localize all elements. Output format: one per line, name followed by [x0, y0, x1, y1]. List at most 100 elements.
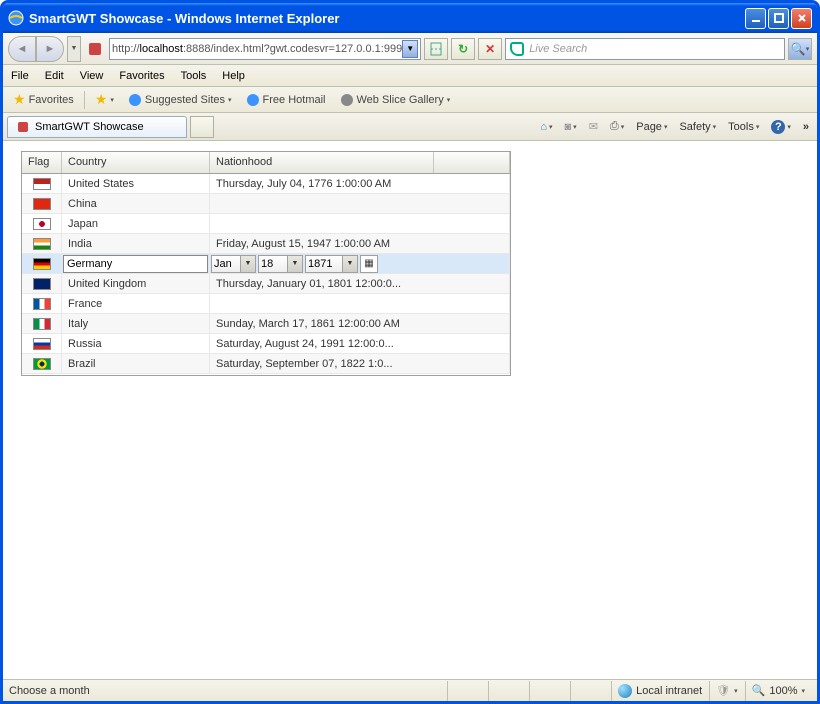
search-button[interactable]: 🔍▾ [788, 38, 812, 60]
page-icon [16, 120, 30, 134]
webslice-link[interactable]: Web Slice Gallery▾ [336, 91, 455, 109]
nav-history-dropdown[interactable]: ▼ [67, 36, 81, 62]
menu-favorites[interactable]: Favorites [119, 70, 164, 82]
compat-button[interactable] [424, 38, 448, 60]
flag-cell [22, 174, 62, 193]
table-row[interactable]: France [22, 294, 510, 314]
table-row[interactable]: China [22, 194, 510, 214]
tools-menu[interactable]: Tools▾ [724, 119, 763, 135]
print-button[interactable]: ⎙▾ [606, 118, 628, 135]
address-dropdown[interactable]: ▼ [402, 40, 418, 58]
stop-button[interactable]: ✕ [478, 38, 502, 60]
flag-cell [22, 274, 62, 293]
menu-view[interactable]: View [80, 70, 104, 82]
column-header-nationhood[interactable]: Nationhood [210, 152, 434, 173]
table-row[interactable]: United StatesThursday, July 04, 1776 1:0… [22, 174, 510, 194]
tab-smartgwt[interactable]: SmartGWT Showcase [7, 116, 187, 138]
menu-edit[interactable]: Edit [45, 70, 64, 82]
zoom-control[interactable]: 🔍100%▾ [745, 681, 811, 701]
tab-title: SmartGWT Showcase [35, 121, 144, 133]
page-menu[interactable]: Page▾ [632, 119, 671, 135]
search-placeholder: Live Search [529, 43, 587, 55]
status-pane [570, 681, 610, 701]
day-select[interactable]: ▼ [258, 255, 303, 273]
column-header-country[interactable]: Country [62, 152, 210, 173]
suggested-sites-link[interactable]: Suggested Sites▾ [124, 91, 236, 109]
country-input[interactable] [63, 255, 208, 273]
menu-file[interactable]: File [11, 70, 29, 82]
favorites-button[interactable]: ★Favorites [9, 89, 78, 110]
refresh-button[interactable]: ↻ [451, 38, 475, 60]
page-icon [87, 41, 103, 57]
column-header-spacer [434, 152, 510, 173]
back-button[interactable]: ◄ [8, 36, 36, 62]
page-break-icon [429, 42, 443, 56]
calendar-icon: ▦ [364, 258, 373, 269]
month-select[interactable]: ▼ [211, 255, 256, 273]
help-button[interactable]: ?▾ [767, 118, 795, 136]
flag-fr-icon [33, 298, 51, 310]
protected-mode[interactable]: 🛡▾ [709, 681, 743, 701]
table-row[interactable]: ItalySunday, March 17, 1861 12:00:00 AM [22, 314, 510, 334]
star-plus-icon: ★ [95, 91, 108, 108]
chevron-button[interactable]: » [799, 119, 813, 135]
maximize-button[interactable] [768, 8, 789, 29]
nationhood-cell: Saturday, August 24, 1991 12:00:0... [210, 334, 510, 353]
menu-bar: File Edit View Favorites Tools Help [3, 65, 817, 87]
country-cell: United States [62, 174, 210, 193]
help-icon: ? [771, 120, 785, 134]
zoom-icon: 🔍 [752, 684, 766, 697]
country-cell: Russia [62, 334, 210, 353]
flag-it-icon [33, 318, 51, 330]
navigation-bar: ◄ ► ▼ http://localhost:8888/index.html?g… [3, 33, 817, 65]
new-tab-button[interactable] [190, 116, 214, 138]
country-cell: Brazil [62, 354, 210, 373]
flag-cell [22, 334, 62, 353]
home-button[interactable]: ⌂▾ [536, 119, 556, 135]
flag-br-icon [33, 358, 51, 370]
search-bar[interactable]: Live Search [505, 38, 785, 60]
nationhood-cell: Thursday, January 01, 1801 12:00:0... [210, 274, 510, 293]
security-zone[interactable]: Local intranet [611, 681, 708, 701]
column-header-flag[interactable]: Flag [22, 152, 62, 173]
safety-menu[interactable]: Safety▾ [675, 119, 720, 135]
year-select[interactable]: ▼ [305, 255, 358, 273]
search-icon: 🔍 [791, 42, 806, 56]
menu-tools[interactable]: Tools [181, 70, 207, 82]
mail-button[interactable]: ✉ [585, 118, 602, 135]
grid-body[interactable]: United StatesThursday, July 04, 1776 1:0… [22, 174, 510, 375]
window-titlebar: SmartGWT Showcase - Windows Internet Exp… [3, 3, 817, 33]
table-row[interactable]: BrazilSaturday, September 07, 1822 1:0..… [22, 354, 510, 374]
calendar-button[interactable]: ▦ [360, 255, 378, 273]
status-bar: Choose a month Local intranet 🛡▾ 🔍100%▾ [3, 679, 817, 701]
add-favorite-button[interactable]: ★▾ [91, 89, 118, 110]
ie-small-icon [246, 93, 260, 107]
nationhood-cell: Thursday, July 04, 1776 1:00:00 AM [210, 174, 510, 193]
status-pane [529, 681, 569, 701]
print-icon: ⎙ [610, 120, 619, 133]
stop-icon: ✕ [485, 42, 495, 56]
flag-cell [22, 194, 62, 213]
table-row[interactable]: IndiaFriday, August 15, 1947 1:00:00 AM [22, 234, 510, 254]
forward-button[interactable]: ► [36, 36, 64, 62]
close-button[interactable] [791, 8, 812, 29]
bing-icon [510, 42, 524, 56]
table-row[interactable]: ▼▼▼▦ [22, 254, 510, 274]
data-grid: Flag Country Nationhood United StatesThu… [21, 151, 511, 376]
minimize-button[interactable] [745, 8, 766, 29]
address-bar[interactable]: http://localhost:8888/index.html?gwt.cod… [109, 38, 421, 60]
flag-cell [22, 234, 62, 253]
grid-header: Flag Country Nationhood [22, 152, 510, 174]
table-row[interactable]: RussiaSaturday, August 24, 1991 12:00:0.… [22, 334, 510, 354]
free-hotmail-link[interactable]: Free Hotmail [242, 91, 330, 109]
nationhood-cell [210, 294, 510, 313]
country-cell: China [62, 194, 210, 213]
nationhood-cell: Friday, August 15, 1947 1:00:00 AM [210, 234, 510, 253]
table-row[interactable]: United KingdomThursday, January 01, 1801… [22, 274, 510, 294]
table-row[interactable]: Japan [22, 214, 510, 234]
country-cell: United Kingdom [62, 274, 210, 293]
menu-help[interactable]: Help [222, 70, 245, 82]
status-pane [447, 681, 487, 701]
mail-icon: ✉ [589, 120, 598, 133]
rss-button[interactable]: ◙▾ [561, 119, 581, 135]
